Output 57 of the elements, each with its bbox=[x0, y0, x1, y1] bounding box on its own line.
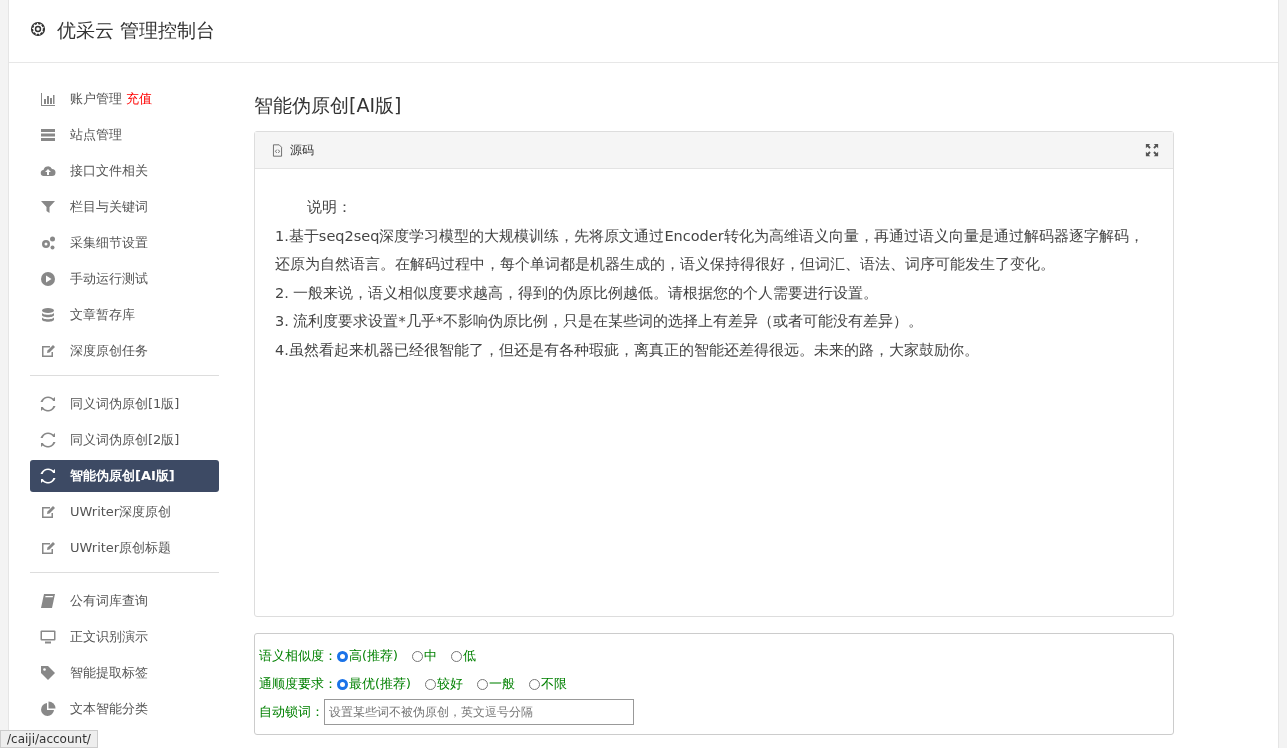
tag-icon bbox=[40, 665, 56, 681]
server-icon bbox=[40, 127, 56, 143]
sidebar-item[interactable]: 手动运行测试 bbox=[30, 263, 219, 295]
code-file-icon bbox=[271, 143, 284, 157]
radio-option[interactable]: 不限 bbox=[528, 675, 567, 693]
sidebar-item[interactable]: 深度原创任务 bbox=[30, 335, 219, 367]
sidebar-item[interactable]: 智能伪原创[AI版] bbox=[30, 460, 219, 492]
sidebar-item[interactable]: 账户管理 充值 bbox=[30, 83, 219, 115]
lock-words-field[interactable]: 设置某些词不被伪原创，英文逗号分隔 bbox=[324, 699, 634, 725]
radio-option[interactable]: 高(推荐) bbox=[337, 647, 398, 665]
sidebar-item[interactable]: 接口文件相关 bbox=[30, 155, 219, 187]
option-label: 语义相似度： bbox=[259, 647, 337, 665]
sidebar-item[interactable]: 站点管理 bbox=[30, 119, 219, 151]
radio-option[interactable]: 最优(推荐) bbox=[337, 675, 411, 693]
refresh-icon bbox=[40, 468, 56, 484]
page-title: 智能伪原创[AI版] bbox=[254, 93, 403, 118]
filter-icon bbox=[40, 199, 56, 215]
radio-option[interactable]: 中 bbox=[411, 647, 437, 665]
status-url: /caiji/account/ bbox=[0, 730, 98, 748]
radio-option[interactable]: 较好 bbox=[424, 675, 463, 693]
sidebar-item[interactable]: 智能提取标签 bbox=[30, 657, 219, 689]
sidebar-item[interactable]: UWriter原创标题 bbox=[30, 532, 219, 564]
sidebar-item[interactable]: 文章暂存库 bbox=[30, 299, 219, 331]
book-icon bbox=[40, 593, 56, 609]
sidebar-item[interactable]: 公有词库查询 bbox=[30, 585, 219, 617]
play-icon bbox=[40, 271, 56, 287]
sidebar-item[interactable]: UWriter深度原创 bbox=[30, 496, 219, 528]
editor-paragraph: 2. 一般来说，语义相似度要求越高，得到的伪原比例越低。请根据您的个人需要进行设置。 bbox=[275, 283, 880, 303]
bar-chart-icon bbox=[40, 91, 56, 107]
sidebar-item[interactable]: 采集细节设置 bbox=[30, 227, 219, 259]
sidebar-item[interactable]: 同义词伪原创[1版] bbox=[30, 388, 219, 420]
sidebar-item[interactable]: 栏目与关键词 bbox=[30, 191, 219, 223]
editor-paragraph: 3. 流利度要求设置*几乎*不影响伪原比例，只是在某些词的选择上有差异（或者可能没有差异）。 bbox=[275, 312, 924, 331]
edit-icon bbox=[40, 504, 56, 520]
option-label: 自动锁词： bbox=[259, 703, 324, 721]
recharge-link[interactable]: 充值 bbox=[126, 90, 152, 108]
radio-option[interactable]: 一般 bbox=[476, 675, 515, 693]
sidebar-item[interactable]: 同义词伪原创[2版] bbox=[30, 424, 219, 456]
database-icon bbox=[40, 307, 56, 323]
source-button[interactable]: 源码 bbox=[269, 139, 316, 161]
option-label: 通顺度要求： bbox=[259, 675, 337, 693]
edit-icon bbox=[40, 343, 56, 359]
sidebar-item[interactable]: 正文识别演示 bbox=[30, 621, 219, 653]
app-title: 优采云 管理控制台 bbox=[57, 18, 216, 43]
sidebar-item[interactable]: 文本智能分类 bbox=[30, 693, 219, 725]
editor-paragraph: 1.基于seq2seq深度学习模型的大规模训练，先将原文通过Encoder转化为高维语义向量，再通过语义向量是通过解码器逐字解码，还原为自然语言。在解码过程中，每个单词都是机器生成的，语义保持得很好，但词汇、语法、词序可能发生了变化。 bbox=[275, 226, 1145, 274]
radio-option[interactable]: 低 bbox=[450, 647, 476, 665]
monitor-icon bbox=[40, 629, 56, 645]
refresh-icon bbox=[40, 432, 56, 448]
editor-paragraph: 说明： bbox=[306, 198, 353, 217]
settings-icon bbox=[29, 20, 47, 38]
fullscreen-icon[interactable] bbox=[1145, 143, 1159, 157]
refresh-icon bbox=[40, 396, 56, 412]
editor-paragraph: 4.虽然看起来机器已经很智能了，但还是有各种瑕疵，离真正的智能还差得很远。未来的路，大家鼓励你。 bbox=[275, 340, 980, 360]
cloud-upload-icon bbox=[40, 163, 56, 179]
edit-icon bbox=[40, 540, 56, 556]
pie-chart-icon bbox=[40, 701, 56, 717]
